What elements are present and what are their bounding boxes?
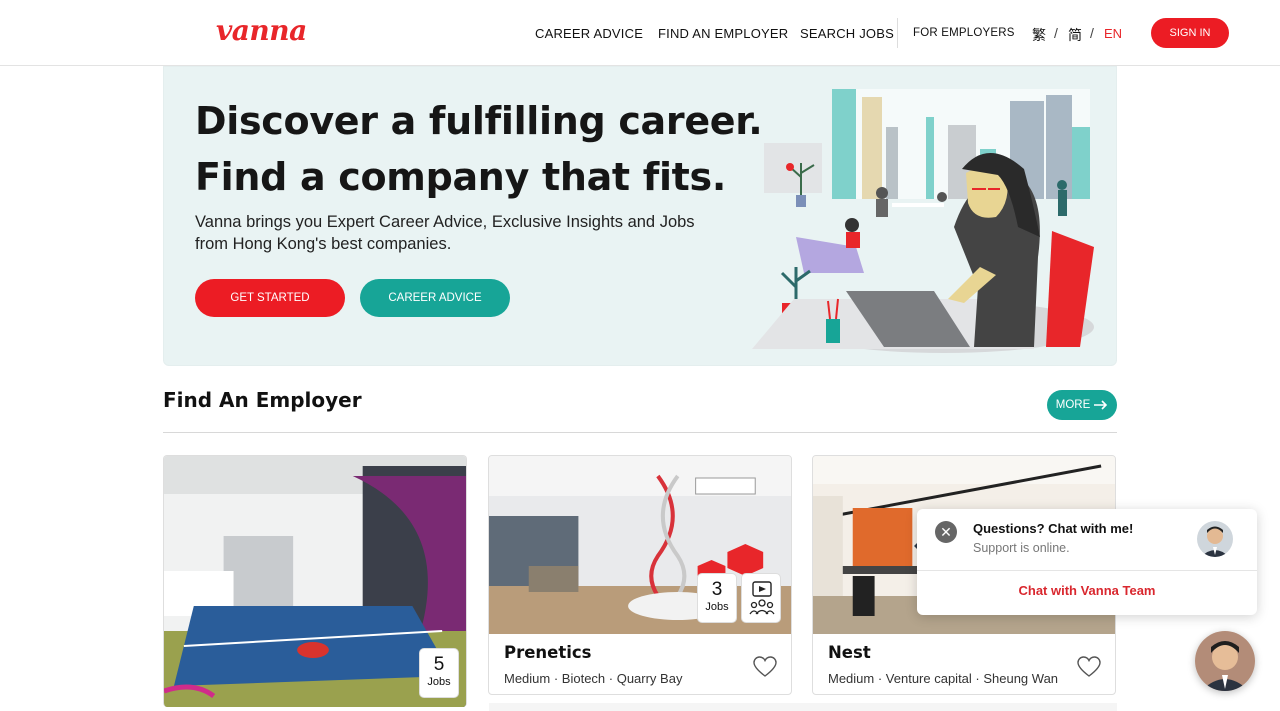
pen-cup — [826, 319, 840, 343]
nav-for-employers[interactable]: FOR EMPLOYERS — [913, 27, 1015, 39]
window-pane — [832, 89, 856, 199]
nav-search-jobs[interactable]: SEARCH JOBS — [800, 26, 894, 41]
chat-title: Questions? Chat with me! — [973, 521, 1134, 536]
nav-find-an-employer[interactable]: FIND AN EMPLOYER — [658, 26, 788, 41]
jobs-count: 3 — [711, 579, 723, 600]
lang-traditional-chinese[interactable]: 繁 — [1032, 25, 1046, 45]
chat-close-button[interactable]: ✕ — [935, 521, 957, 543]
jobs-count: 5 — [433, 654, 445, 675]
lang-simplified-chinese[interactable]: 简 — [1068, 25, 1082, 45]
hero-subtitle: Vanna brings you Expert Career Advice, E… — [195, 213, 695, 253]
employer-card-prenetics[interactable]: 3 Jobs Prenetics Medium · Biotech · Quar… — [488, 455, 792, 695]
hero-illustration — [752, 89, 1094, 353]
background-person — [876, 199, 888, 217]
window-pane — [862, 97, 882, 199]
site-header: vanna CAREER ADVICE FIND AN EMPLOYER SEA… — [0, 0, 1280, 66]
plant-pot — [796, 195, 806, 207]
background-table — [892, 203, 944, 207]
plant — [780, 267, 811, 303]
background-person — [876, 187, 888, 199]
window-pane — [886, 127, 898, 199]
window-pane — [926, 117, 934, 199]
heart-icon[interactable] — [1077, 656, 1101, 678]
background-person — [1057, 180, 1067, 190]
chat-divider — [917, 570, 1257, 571]
window-pane — [1072, 127, 1090, 199]
chat-status: Support is online. — [973, 541, 1070, 555]
section-title-find-an-employer: Find An Employer — [163, 388, 362, 412]
plant-flower — [786, 163, 794, 171]
video-team-icon — [749, 581, 775, 615]
hero-banner: Discover a fulfilling career. Find a com… — [163, 66, 1117, 366]
employer-meta: Medium · Biotech · Quarry Bay — [504, 671, 683, 686]
vanna-logo[interactable]: vanna — [216, 14, 307, 47]
chat-with-team-link[interactable]: Chat with Vanna Team — [917, 583, 1257, 598]
career-advice-button[interactable]: CAREER ADVICE — [360, 279, 510, 317]
seated-person — [845, 218, 859, 232]
sign-in-button[interactable]: SIGN IN — [1151, 18, 1229, 48]
jobs-count-badge[interactable]: 3 Jobs — [697, 573, 737, 623]
chat-popup: ✕ Questions? Chat with me! Support is on… — [917, 509, 1257, 615]
section-divider — [163, 432, 1117, 433]
employer-name[interactable]: Prenetics — [504, 643, 592, 662]
seated-person — [846, 232, 860, 248]
nav-divider — [897, 18, 898, 48]
video-badge[interactable] — [741, 573, 781, 623]
heart-icon[interactable] — [753, 656, 777, 678]
more-label: MORE — [1055, 399, 1091, 411]
chat-launcher-avatar[interactable] — [1195, 631, 1255, 691]
arrow-right-icon — [1094, 400, 1108, 410]
nav-career-advice[interactable]: CAREER ADVICE — [535, 26, 643, 41]
jobs-label: Jobs — [705, 601, 729, 613]
get-started-button[interactable]: GET STARTED — [195, 279, 345, 317]
lang-separator: / — [1054, 25, 1058, 41]
agent-avatar — [1197, 521, 1233, 557]
next-row-preview — [489, 703, 1117, 711]
more-employers-button[interactable]: MORE — [1047, 390, 1117, 420]
jobs-label: Jobs — [427, 676, 451, 688]
background-person — [1058, 190, 1067, 216]
jobs-count-badge[interactable]: 5 Jobs — [419, 648, 459, 698]
lang-separator: / — [1090, 25, 1094, 41]
hero-title-line1: Discover a fulfilling career. — [195, 99, 763, 143]
background-person — [937, 192, 947, 202]
employer-card[interactable]: 5 Jobs — [163, 455, 467, 707]
employer-meta: Medium · Venture capital · Sheung Wan — [828, 671, 1059, 686]
employer-name[interactable]: Nest — [828, 643, 871, 662]
lang-english[interactable]: EN — [1104, 26, 1122, 41]
hero-title-line2: Find a company that fits. — [195, 155, 726, 199]
